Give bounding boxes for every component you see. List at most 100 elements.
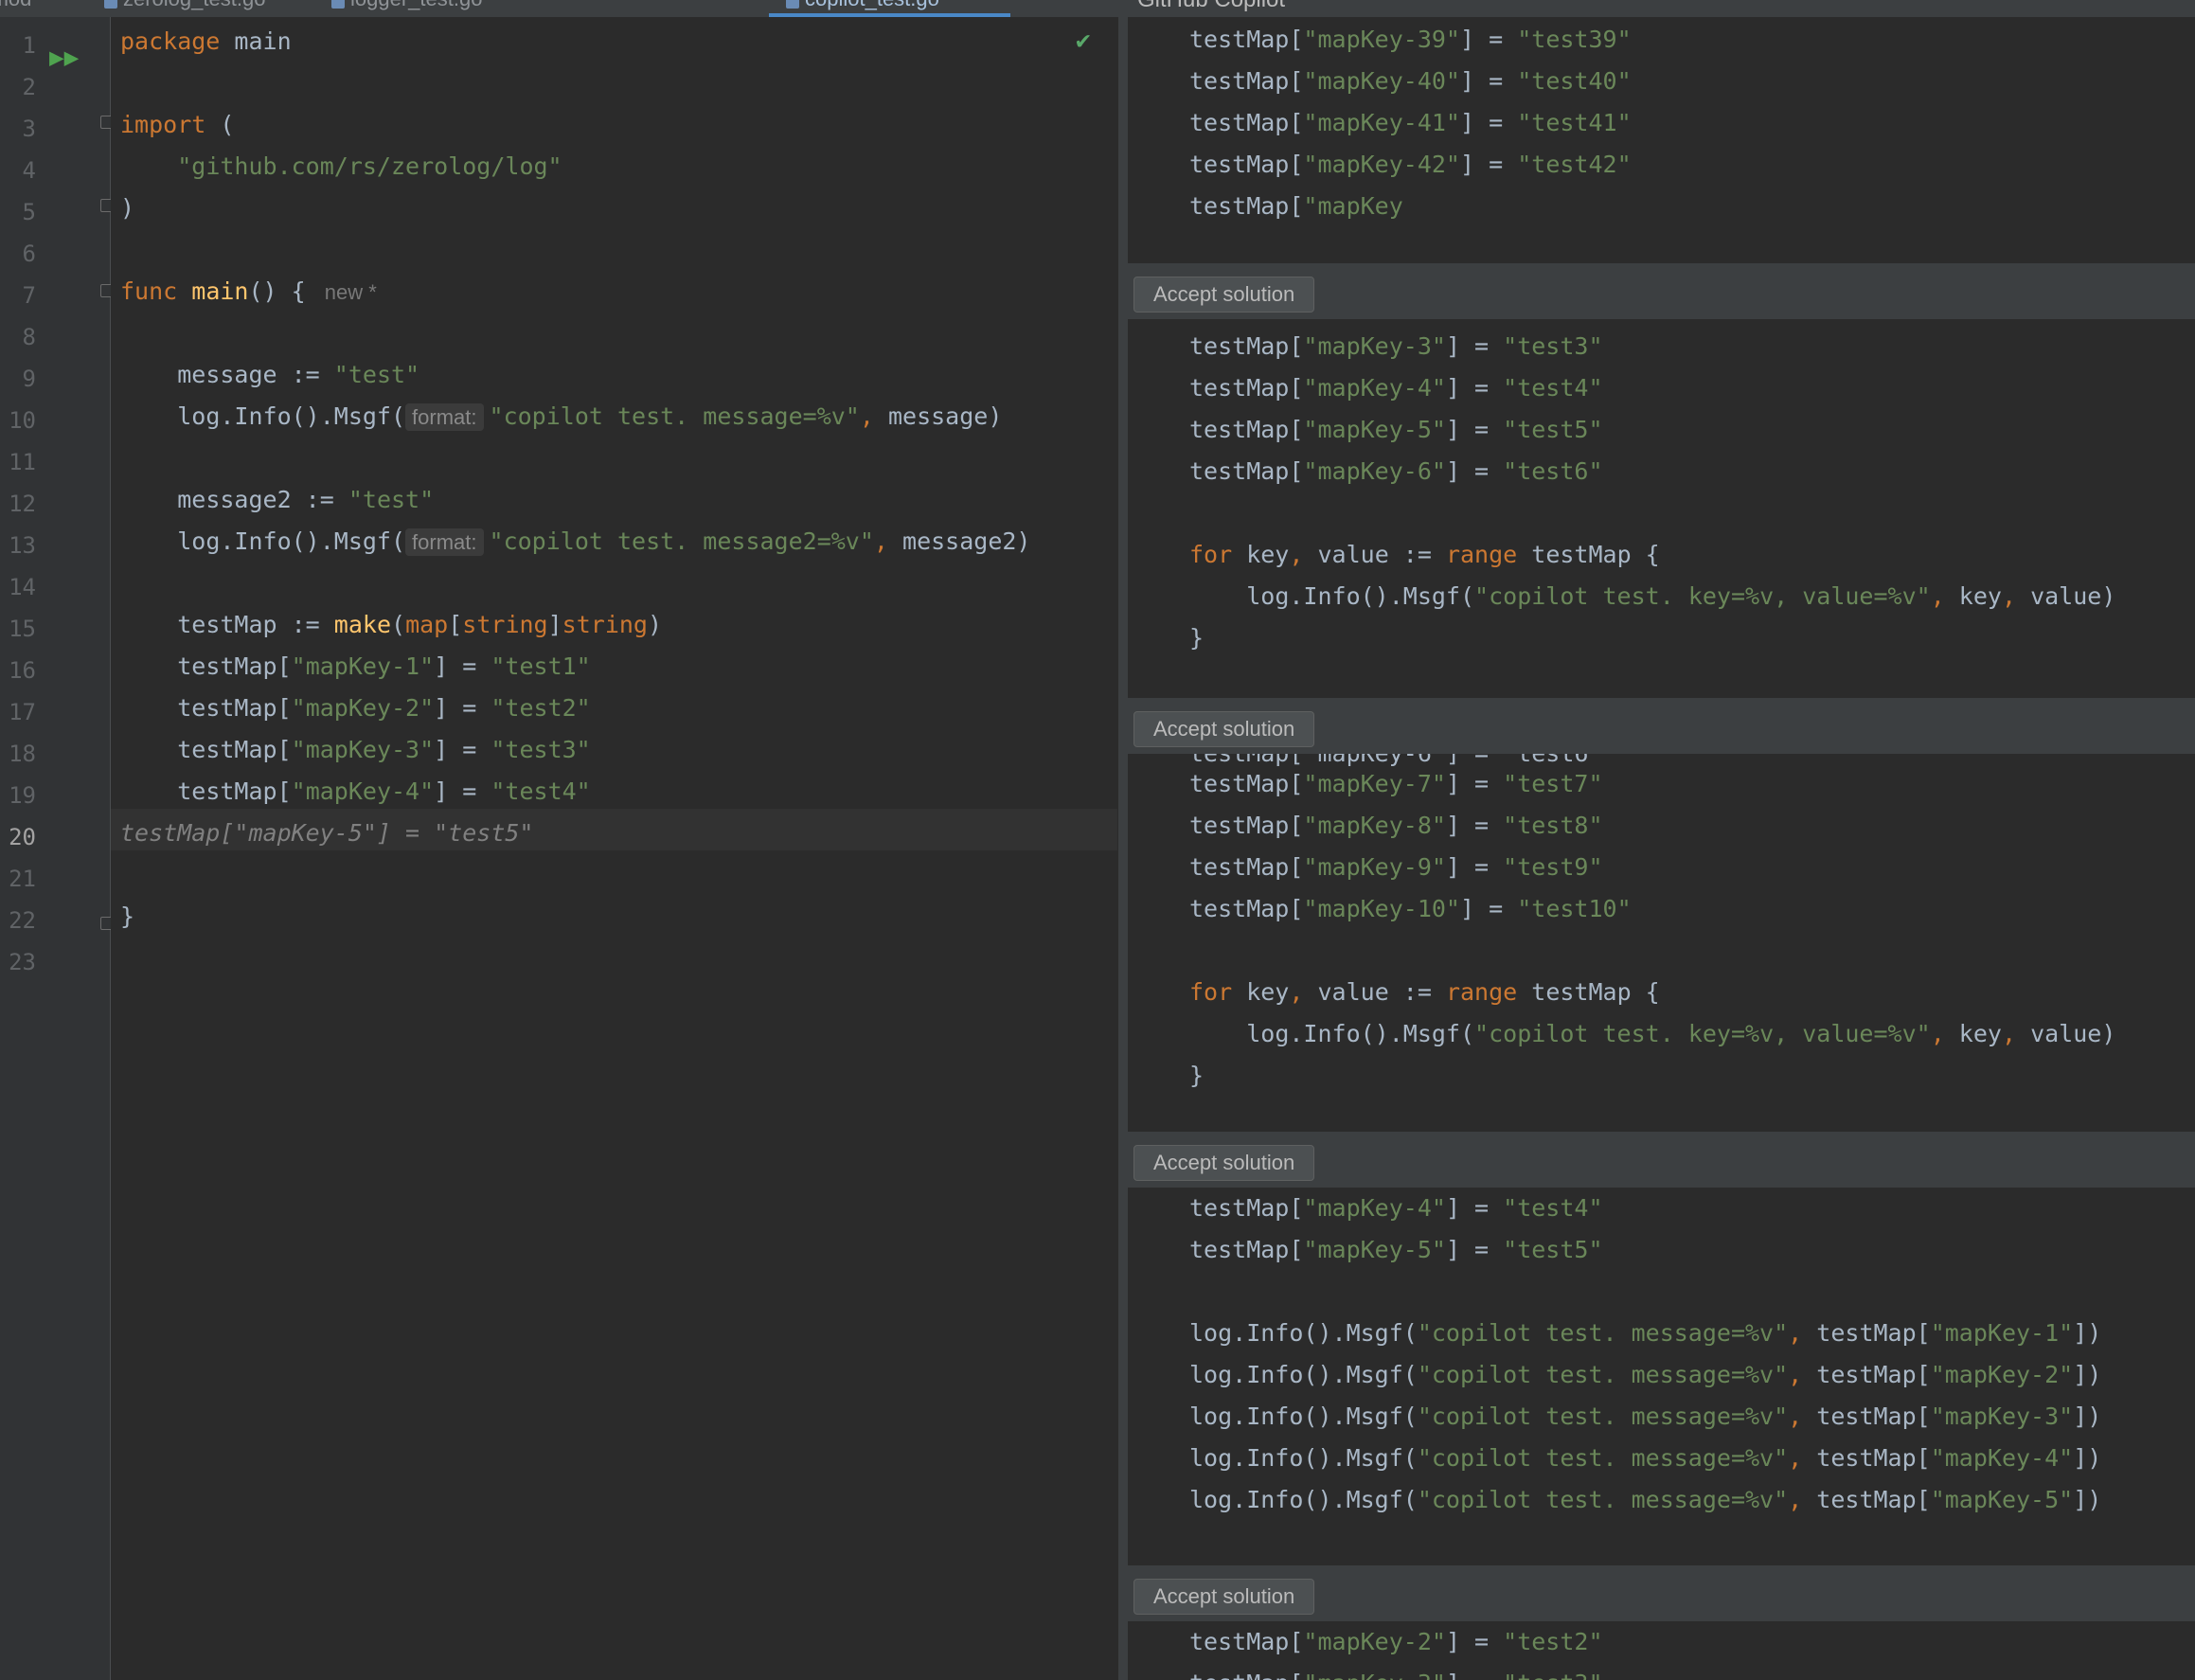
solution-code-line: testMap["mapKey-2"] = "test2" bbox=[1189, 1628, 1603, 1655]
line-number: 3 bbox=[22, 116, 36, 142]
solution-2: testMap["mapKey-3"] = "test3" testMap["ma… bbox=[1128, 319, 2195, 694]
line-number: 23 bbox=[9, 949, 36, 975]
copilot-panel: GitHub Copilot testMap["mapKey-39"] = "t… bbox=[1128, 0, 2195, 1680]
solution-separator: Accept solution bbox=[1128, 1132, 2195, 1188]
tab-zerolog-test[interactable]: zerolog_test.go bbox=[104, 0, 265, 15]
go-file-icon bbox=[104, 0, 117, 9]
code-line-7: func main() {new * bbox=[120, 277, 377, 305]
go-file-icon bbox=[331, 0, 345, 9]
code-line-10: log.Info().Msgf(format: "copilot test. me… bbox=[177, 402, 1003, 431]
line-number: 17 bbox=[9, 699, 36, 725]
solution-separator: Accept solution bbox=[1128, 1565, 2195, 1621]
solution-code-line: } bbox=[1189, 624, 1205, 652]
line-number: 6 bbox=[22, 241, 36, 267]
line-number: 16 bbox=[9, 657, 36, 684]
tab-label: logger_test.go bbox=[350, 0, 482, 10]
tab-label: zerolog_test.go bbox=[123, 0, 265, 10]
solution-code-line: log.Info().Msgf("copilot test. message=%… bbox=[1189, 1486, 2102, 1513]
solution-code-line: testMap["mapKey-5"] = "test5" bbox=[1189, 416, 1603, 443]
accept-solution-button[interactable]: Accept solution bbox=[1133, 1579, 1315, 1615]
solution-code-line: testMap["mapKey-5"] = "test5" bbox=[1189, 1236, 1603, 1263]
code-line-1: package main bbox=[120, 27, 292, 55]
tab-label: go.mod bbox=[0, 0, 31, 10]
accept-solution-button[interactable]: Accept solution bbox=[1133, 277, 1315, 313]
line-number: 20 bbox=[9, 824, 36, 850]
line-number: 15 bbox=[9, 616, 36, 642]
line-number: 22 bbox=[9, 907, 36, 934]
code-line-12: message2 := "test" bbox=[177, 486, 435, 513]
solution-code-line: testMap["mapKey-9"] = "test9" bbox=[1189, 853, 1603, 881]
line-number: 13 bbox=[9, 532, 36, 559]
editor-gutter: 1 2 3 4 5 6 7 8 9 10 11 12 13 14 15 16 17 18 19 20 21 22 23 ▶▶ bbox=[0, 17, 151, 1680]
code-line-17: testMap["mapKey-2"] = "test2" bbox=[177, 694, 591, 722]
line-number: 10 bbox=[9, 407, 36, 434]
code-line-18: testMap["mapKey-3"] = "test3" bbox=[177, 736, 591, 763]
line-number: 12 bbox=[9, 491, 36, 517]
code-line-5: ) bbox=[120, 194, 135, 222]
solution-3: testMap["mapKey-6"] = "test6" testMap["m… bbox=[1128, 754, 2195, 1129]
solution-code-line: testMap["mapKey-39"] = "test39" bbox=[1189, 26, 1632, 53]
solution-code-line: testMap["mapKey-4"] = "test4" bbox=[1189, 374, 1603, 402]
solution-code-line: testMap["mapKey-6"] = "test6" bbox=[1189, 457, 1603, 485]
copilot-panel-header: GitHub Copilot bbox=[1128, 0, 2195, 17]
solution-code-line: log.Info().Msgf("copilot test. message=%… bbox=[1189, 1361, 2102, 1388]
editor-tab-bar: go.mod zerolog_test.go logger_test.go co… bbox=[0, 0, 1120, 17]
tab-go-mod[interactable]: go.mod bbox=[0, 0, 31, 15]
tab-logger-test[interactable]: logger_test.go bbox=[331, 0, 482, 15]
accept-solution-button[interactable]: Accept solution bbox=[1133, 711, 1315, 747]
solution-code-line: testMap["mapKey-3"] = "test3" bbox=[1189, 1663, 1603, 1680]
solution-code-line: testMap["mapKey-42"] = "test42" bbox=[1189, 151, 1632, 178]
code-line-4: "github.com/rs/zerolog/log" bbox=[177, 152, 562, 180]
solution-code-line: for key, value := range testMap { bbox=[1189, 541, 1660, 568]
solution-code-line: testMap["mapKey bbox=[1189, 192, 1403, 220]
line-number: 8 bbox=[22, 324, 36, 350]
accept-solution-button[interactable]: Accept solution bbox=[1133, 1145, 1315, 1181]
line-number: 4 bbox=[22, 157, 36, 184]
run-icon[interactable]: ▶▶ bbox=[49, 45, 79, 70]
code-line-15: testMap := make(map[string]string) bbox=[177, 611, 663, 638]
code-line-3: import ( bbox=[120, 111, 235, 138]
line-number: 19 bbox=[9, 782, 36, 809]
code-editor[interactable]: package main import ( "github.com/rs/zer… bbox=[111, 17, 1117, 1680]
parameter-hint: format: bbox=[405, 403, 484, 431]
panel-title: GitHub Copilot bbox=[1137, 0, 1285, 13]
code-line-16: testMap["mapKey-1"] = "test1" bbox=[177, 652, 591, 680]
go-file-icon bbox=[786, 0, 799, 9]
solution-code-line: testMap["mapKey-41"] = "test41" bbox=[1189, 109, 1632, 136]
line-number: 1 bbox=[22, 32, 36, 59]
line-number: 7 bbox=[22, 282, 36, 309]
code-line-19: testMap["mapKey-4"] = "test4" bbox=[177, 777, 591, 805]
solution-code-line: testMap["mapKey-40"] = "test40" bbox=[1189, 67, 1632, 95]
inspection-ok-icon[interactable]: ✔ bbox=[1076, 28, 1091, 53]
line-number: 14 bbox=[9, 574, 36, 600]
line-number: 11 bbox=[9, 449, 36, 475]
code-line-22: } bbox=[120, 903, 135, 930]
line-number: 5 bbox=[22, 199, 36, 225]
panel-splitter[interactable] bbox=[1118, 0, 1128, 1680]
code-line-9: message := "test" bbox=[177, 361, 420, 388]
solution-code-line: log.Info().Msgf("copilot test. key=%v, v… bbox=[1246, 1020, 2116, 1047]
solution-4: testMap["mapKey-4"] = "test4" testMap["ma… bbox=[1128, 1188, 2195, 1562]
line-number: 9 bbox=[22, 366, 36, 392]
solution-code-line: } bbox=[1189, 1062, 1205, 1089]
line-number: 18 bbox=[9, 741, 36, 767]
solution-5: testMap["mapKey-2"] = "test2" testMap["ma… bbox=[1128, 1621, 2195, 1680]
solution-code-line: log.Info().Msgf("copilot test. message=%… bbox=[1189, 1444, 2102, 1472]
line-number: 21 bbox=[9, 866, 36, 892]
solution-1: testMap["mapKey-39"] = "test39" testMap["… bbox=[1128, 17, 2195, 259]
ghost-suggestion: testMap["mapKey-5"] = "test5" bbox=[120, 819, 534, 847]
tab-label: copilot_test.go bbox=[805, 0, 939, 10]
solution-code-line: testMap["mapKey-3"] = "test3" bbox=[1189, 332, 1603, 360]
solution-separator: Accept solution bbox=[1128, 263, 2195, 319]
solution-code-line: testMap["mapKey-7"] = "test7" bbox=[1189, 770, 1603, 797]
solution-code-line: testMap["mapKey-8"] = "test8" bbox=[1189, 812, 1603, 839]
solution-code-line: log.Info().Msgf("copilot test. message=%… bbox=[1189, 1403, 2102, 1430]
line-number: 2 bbox=[22, 74, 36, 100]
solution-separator: Accept solution bbox=[1128, 698, 2195, 754]
parameter-hint: format: bbox=[405, 528, 484, 556]
solution-code-line: log.Info().Msgf("copilot test. key=%v, v… bbox=[1246, 582, 2116, 610]
new-usages-hint: new * bbox=[324, 280, 377, 304]
code-line-13: log.Info().Msgf(format: "copilot test. me… bbox=[177, 527, 1031, 556]
solution-code-line: log.Info().Msgf("copilot test. message=%… bbox=[1189, 1319, 2102, 1347]
solution-code-line: for key, value := range testMap { bbox=[1189, 978, 1660, 1006]
